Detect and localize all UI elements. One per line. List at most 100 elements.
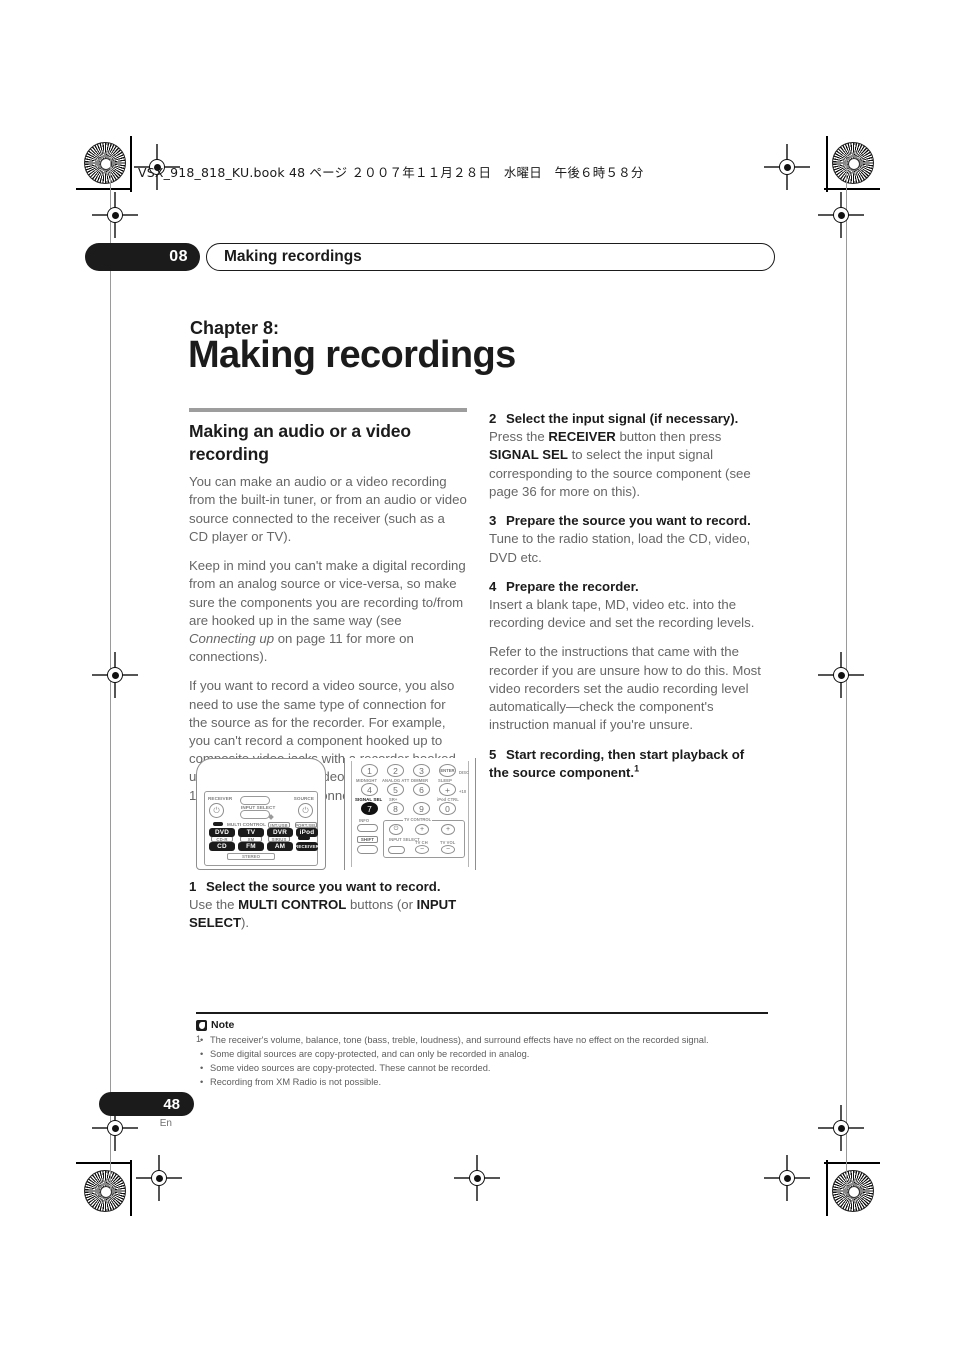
step-1-bold-multi-control: MULTI CONTROL (238, 897, 347, 913)
remote-button-tv[interactable]: TV (238, 828, 264, 837)
remote-keypad-illustration: 1 2 3 ENTER MIDNIGHT ANALOG ATT DIMMER S… (344, 758, 476, 870)
step-1-suffix: ). (241, 915, 250, 931)
remote-tv-vol-up-button[interactable]: + (441, 824, 455, 835)
page-footer: 48 En (99, 1092, 194, 1129)
registration-target-mid-right (818, 652, 864, 698)
remote-tv-power-button[interactable]: ⏻ (389, 824, 403, 835)
remote-tv-vol-down-button[interactable]: − (441, 845, 455, 854)
remote-button-dvr[interactable]: DVR (267, 828, 293, 837)
crop-mark-top-right-h (824, 188, 880, 190)
step-4-title: 4 Prepare the recorder. (489, 578, 767, 596)
page-number: 48 (99, 1092, 194, 1116)
note-item-4: Recording from XM Radio is not possible. (196, 1076, 768, 1090)
crop-mark-bottom-right-v (826, 1160, 828, 1216)
remote-button-fm[interactable]: FM (238, 842, 264, 851)
remote-button-am[interactable]: AM (267, 842, 293, 851)
step-2-title-text: Select the input signal (if necessary). (506, 411, 739, 426)
left-column: Making an audio or a video recording You… (189, 408, 467, 805)
remote-key-6[interactable]: 6 (413, 783, 430, 796)
footnotes-block: Note 1 The receiver's volume, balance, t… (196, 1012, 768, 1090)
registration-circle-bottom-right (832, 1170, 874, 1212)
remote-button-shift[interactable] (357, 845, 378, 854)
step-3-title: 3 Prepare the source you want to record. (489, 512, 767, 530)
remote-tv-ch-up-button[interactable]: + (415, 824, 429, 835)
step-2-body: Press the RECEIVER button then press SIG… (489, 428, 767, 501)
remote-keylabel-plus10: +10 (459, 789, 467, 794)
crop-mark-top-left-h (76, 188, 132, 190)
remote-label-receiver: RECEIVER (208, 796, 233, 801)
step-2-mid: button then press (615, 429, 722, 445)
note-item-1: The receiver's volume, balance, tone (ba… (196, 1034, 768, 1048)
remote-button-cd[interactable]: CD (209, 842, 235, 851)
paragraph-2: Keep in mind you can't make a digital re… (189, 558, 466, 665)
remote-key-9[interactable]: 9 (413, 802, 430, 815)
print-file-info: VSX_918_818_KU.book 48 ページ ２００７年１１月２８日 水… (138, 165, 644, 180)
step-5-footnote-marker: 1 (634, 763, 640, 774)
remote-keylabel-info: INFO (359, 818, 370, 823)
registration-target-top-right (764, 144, 810, 190)
remote-key-0[interactable]: 0 (439, 802, 456, 815)
right-column: 2 Select the input signal (if necessary).… (489, 408, 767, 782)
section-rule (189, 408, 467, 412)
remote-key-1[interactable]: 1 (361, 764, 378, 777)
remote-button-info[interactable] (357, 824, 378, 832)
registration-target-upper-right (818, 192, 864, 238)
remote-key-5[interactable]: 5 (387, 783, 404, 796)
registration-target-lower-right (818, 1105, 864, 1151)
page-language: En (159, 1118, 172, 1129)
page-title: Making recordings (188, 334, 516, 376)
multi-control-indicator (213, 822, 223, 826)
input-select-rocker-bottom (240, 810, 270, 819)
registration-circle-top-left (84, 142, 126, 184)
running-head-chapter-number: 08 (85, 243, 200, 271)
document-page: VSX_918_818_KU.book 48 ページ ２００７年１１月２８日 水… (0, 0, 954, 1351)
step-4-body-2: Refer to the instructions that came with… (489, 644, 761, 733)
remote-button-ipod[interactable]: iPod (296, 828, 318, 837)
remote-key-2[interactable]: 2 (387, 764, 404, 777)
step-1-body: Use the MULTI CONTROL buttons (or INPUT … (189, 896, 467, 932)
step-5-number: 5 (489, 746, 497, 762)
step-3-number: 3 (489, 513, 497, 529)
cross-reference-connecting-up: Connecting up (189, 630, 275, 646)
step-1-prefix: Use the (189, 897, 239, 913)
remote-key-4[interactable]: 4 (361, 783, 378, 796)
remote-key-7-highlighted[interactable]: 7 (361, 802, 378, 815)
remote-label-multi-control: MULTI CONTROL (227, 822, 266, 827)
input-select-rocker-top (240, 796, 270, 805)
remote-label-stereo: STEREO (227, 853, 275, 860)
step-5-title: 5 Start recording, then start playback of… (489, 746, 767, 782)
remote-key-3[interactable]: 3 (413, 764, 430, 777)
note-item-2: Some digital sources are copy-protected,… (196, 1048, 768, 1062)
remote-tag-shift[interactable]: SHIFT (357, 836, 378, 843)
remote-tv-ch-down-button[interactable]: − (415, 845, 429, 854)
note-header: Note (196, 1019, 768, 1031)
step-1-number: 1 (189, 879, 197, 894)
step-1-title: 1 Select the source you want to record. (189, 878, 467, 896)
remote-key-plus[interactable]: + (439, 783, 456, 796)
note-item-3: Some video sources are copy-protected. T… (196, 1062, 768, 1076)
registration-target-bottom-left (136, 1155, 182, 1201)
remote-key-8[interactable]: 8 (387, 802, 404, 815)
remote-button-receiver[interactable]: RECEIVER (295, 842, 319, 851)
step-4-number: 4 (489, 578, 497, 594)
crop-mark-top-left-v (130, 136, 132, 192)
running-head-title: Making recordings (206, 243, 775, 271)
remote-button-dvd[interactable]: DVD (209, 828, 235, 837)
crop-mark-top-right-v (826, 136, 828, 192)
note-list: 1 The receiver's volume, balance, tone (… (196, 1034, 768, 1090)
registration-target-bottom-center (454, 1155, 500, 1201)
remote-key-enter[interactable]: ENTER (439, 764, 456, 777)
source-power-knob-icon (298, 803, 313, 818)
crop-mark-bottom-right-h (824, 1162, 880, 1164)
step-1-block: 1 Select the source you want to record. U… (189, 876, 467, 944)
remote-tv-input-select-button[interactable] (388, 846, 405, 854)
footnote-rule (196, 1012, 768, 1015)
step-2-bold-receiver: RECEIVER (548, 429, 616, 445)
step-4-body-1: Insert a blank tape, MD, video etc. into… (489, 596, 755, 631)
step-2-prefix: Press the (489, 429, 549, 445)
step-2-number: 2 (489, 411, 497, 426)
paragraph-1: You can make an audio or a video recordi… (189, 474, 467, 544)
section-heading: Making an audio or a video recording (189, 421, 412, 465)
remote-label-source: SOURCE (293, 796, 314, 801)
registration-target-upper-left (92, 192, 138, 238)
